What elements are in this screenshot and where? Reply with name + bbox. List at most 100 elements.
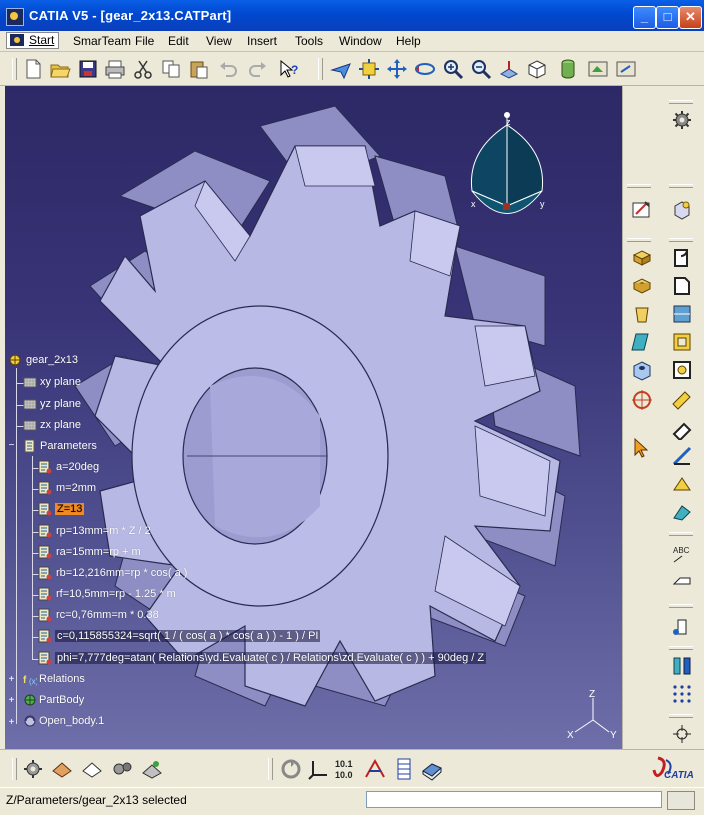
redo-icon[interactable] xyxy=(247,58,269,80)
menu-edit[interactable]: Edit xyxy=(163,33,194,49)
select-icon[interactable] xyxy=(630,436,654,460)
draft-icon[interactable] xyxy=(670,302,694,326)
hole-icon[interactable] xyxy=(630,358,654,382)
grid-icon[interactable] xyxy=(670,682,694,706)
transform-icon[interactable] xyxy=(670,500,694,524)
menu-view[interactable]: View xyxy=(201,33,237,49)
law-icon[interactable] xyxy=(363,757,387,781)
undo-icon[interactable] xyxy=(217,58,239,80)
shaft-icon[interactable] xyxy=(630,302,654,326)
toolbar-grip[interactable] xyxy=(669,238,693,242)
menu-window[interactable]: Window xyxy=(334,33,387,49)
axis-system-icon[interactable] xyxy=(670,722,694,746)
command-go-button[interactable] xyxy=(667,791,695,810)
toolbar-grip[interactable] xyxy=(627,184,651,188)
catia-app-icon[interactable] xyxy=(6,8,24,26)
copy-icon[interactable] xyxy=(160,58,182,80)
toolbar-grip[interactable] xyxy=(669,532,693,536)
measure-icon[interactable] xyxy=(630,388,654,412)
reference-element-icon[interactable] xyxy=(670,198,694,222)
toolbar-grip[interactable] xyxy=(268,758,273,780)
zoom-out-icon[interactable] xyxy=(470,58,492,80)
split-icon[interactable] xyxy=(670,388,694,412)
cut-icon[interactable] xyxy=(132,58,154,80)
toolbar-grip[interactable] xyxy=(627,238,651,242)
title-bar[interactable]: CATIA V5 - [gear_2x13.CATPart] _ □ ✕ xyxy=(0,0,704,31)
groove-icon[interactable] xyxy=(630,330,654,354)
toolbar-grip[interactable] xyxy=(12,58,17,80)
menu-tools[interactable]: Tools xyxy=(290,33,328,49)
minimize-button[interactable]: _ xyxy=(633,6,656,29)
sketcher-icon[interactable] xyxy=(630,198,654,222)
new-icon[interactable] xyxy=(22,58,44,80)
pocket-icon[interactable] xyxy=(630,274,654,298)
paste-icon[interactable] xyxy=(188,58,210,80)
menu-file[interactable]: File xyxy=(130,33,159,49)
hide-show-icon[interactable] xyxy=(587,58,609,80)
toolbar-grip[interactable] xyxy=(669,646,693,650)
toolbar-grip[interactable] xyxy=(669,604,693,608)
toolbar-grip[interactable] xyxy=(12,758,17,780)
bottom-toolbar: 10.1 10.0 CATIA xyxy=(0,749,704,788)
menu-insert[interactable]: Insert xyxy=(242,33,282,49)
command-input[interactable] xyxy=(366,791,662,808)
analysis-icon[interactable] xyxy=(670,654,694,678)
gear-settings-icon[interactable] xyxy=(670,108,694,132)
iso-view-icon[interactable] xyxy=(526,58,548,80)
maximize-button[interactable]: □ xyxy=(656,6,679,29)
thick-surface-icon[interactable] xyxy=(670,416,694,440)
close-button[interactable]: ✕ xyxy=(679,6,702,29)
whats-this-icon[interactable]: ? xyxy=(278,58,300,80)
menu-start[interactable]: Start xyxy=(6,32,60,49)
update-icon[interactable] xyxy=(279,757,303,781)
axis-triad: Z X Y xyxy=(567,689,617,741)
shade-icon[interactable] xyxy=(50,757,74,781)
toolbar-grip[interactable] xyxy=(669,184,693,188)
fly-icon[interactable] xyxy=(330,58,352,80)
options-icon[interactable] xyxy=(21,757,45,781)
close-surface-icon[interactable] xyxy=(670,444,694,468)
zoom-in-icon[interactable] xyxy=(442,58,464,80)
formula-value-icon[interactable]: 10.1 10.0 xyxy=(334,757,358,781)
edge-fillet-icon[interactable] xyxy=(670,246,694,270)
thickness-icon[interactable] xyxy=(670,358,694,382)
catalog-browser-icon[interactable] xyxy=(420,757,444,781)
3d-viewport[interactable]: z x y Z X Y gear_2x13 xy plane yz plane … xyxy=(5,86,622,749)
expand-toggle[interactable]: + xyxy=(8,718,15,728)
shell-icon[interactable] xyxy=(670,330,694,354)
gears-icon[interactable] xyxy=(110,757,134,781)
status-text: Z/Parameters/gear_2x13 selected xyxy=(6,793,187,807)
flag-note-icon[interactable] xyxy=(670,570,694,594)
swap-space-icon[interactable] xyxy=(615,58,637,80)
wireframe-icon[interactable] xyxy=(80,757,104,781)
save-icon[interactable] xyxy=(77,58,99,80)
apply-material-icon[interactable] xyxy=(670,616,694,640)
open-icon[interactable] xyxy=(49,58,71,80)
catalog-icon[interactable] xyxy=(140,757,164,781)
pad-icon[interactable] xyxy=(630,246,654,270)
tree-item-label: yz plane xyxy=(40,398,81,410)
menu-bar: Start SmarTeam File Edit View Insert Too… xyxy=(0,31,704,78)
fit-all-icon[interactable] xyxy=(358,58,380,80)
menu-help[interactable]: Help xyxy=(391,33,426,49)
expand-toggle[interactable]: + xyxy=(8,675,15,685)
chamfer-icon[interactable] xyxy=(670,274,694,298)
normal-view-icon[interactable] xyxy=(498,58,520,80)
svg-text:10.0: 10.0 xyxy=(335,770,353,780)
compass-widget[interactable]: z x y xyxy=(462,111,552,241)
expand-toggle[interactable]: + xyxy=(8,696,15,706)
rotate-icon[interactable] xyxy=(414,58,436,80)
table-icon[interactable] xyxy=(392,757,416,781)
render-style-icon[interactable] xyxy=(557,58,579,80)
sew-surface-icon[interactable] xyxy=(670,472,694,496)
toolbar-grip[interactable] xyxy=(669,714,693,718)
pan-icon[interactable] xyxy=(386,58,408,80)
toolbar-grip[interactable] xyxy=(318,58,323,80)
text-annotation-icon[interactable]: ABC xyxy=(670,542,694,566)
parameter-label: rc=0,76mm=m * 0.38 xyxy=(56,609,159,621)
print-icon[interactable] xyxy=(104,58,126,80)
axis-icon[interactable] xyxy=(307,757,331,781)
menu-smarteam[interactable]: SmarTeam xyxy=(68,33,136,49)
collapse-toggle[interactable]: − xyxy=(8,441,15,451)
toolbar-grip[interactable] xyxy=(669,100,693,104)
